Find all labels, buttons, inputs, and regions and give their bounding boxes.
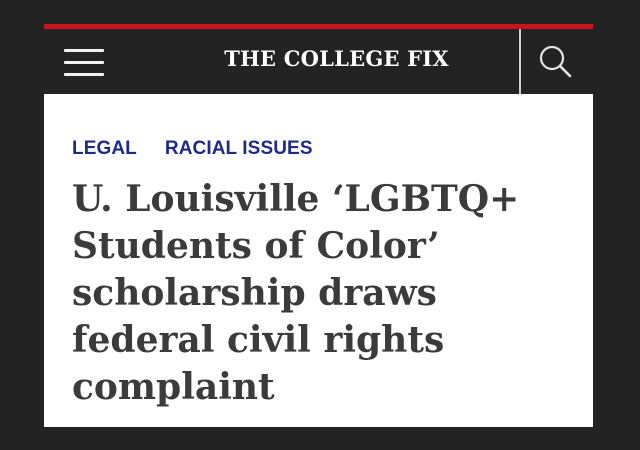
menu-button[interactable] (62, 44, 106, 80)
article-headline[interactable]: U. Louisville ‘LGBTQ+ Students of Color’… (72, 176, 577, 411)
article-card: LEGAL RACIAL ISSUES U. Louisville ‘LGBTQ… (44, 94, 593, 427)
hamburger-menu-icon-line (64, 73, 104, 76)
hamburger-menu-icon (64, 49, 104, 52)
site-frame: THE COLLEGE FIX LEGAL RACIAL ISSUES U. L… (44, 24, 593, 427)
hamburger-menu-icon-line (64, 61, 104, 64)
category-link-legal[interactable]: LEGAL (72, 138, 137, 160)
site-title-logo[interactable]: THE COLLEGE FIX (154, 46, 519, 71)
search-icon (539, 45, 572, 78)
search-button[interactable] (530, 41, 582, 83)
headline-line: federal civil rights (72, 319, 445, 361)
article-categories: LEGAL RACIAL ISSUES (72, 137, 313, 161)
headline-line: U. Louisville ‘LGBTQ+ (72, 178, 520, 220)
category-link-racial-issues[interactable]: RACIAL ISSUES (165, 138, 313, 160)
headline-line: complaint (72, 366, 275, 408)
header-divider (519, 29, 521, 94)
headline-line: scholarship draws (72, 272, 437, 314)
headline-line: Students of Color’ (72, 225, 440, 267)
site-header: THE COLLEGE FIX (44, 29, 593, 94)
